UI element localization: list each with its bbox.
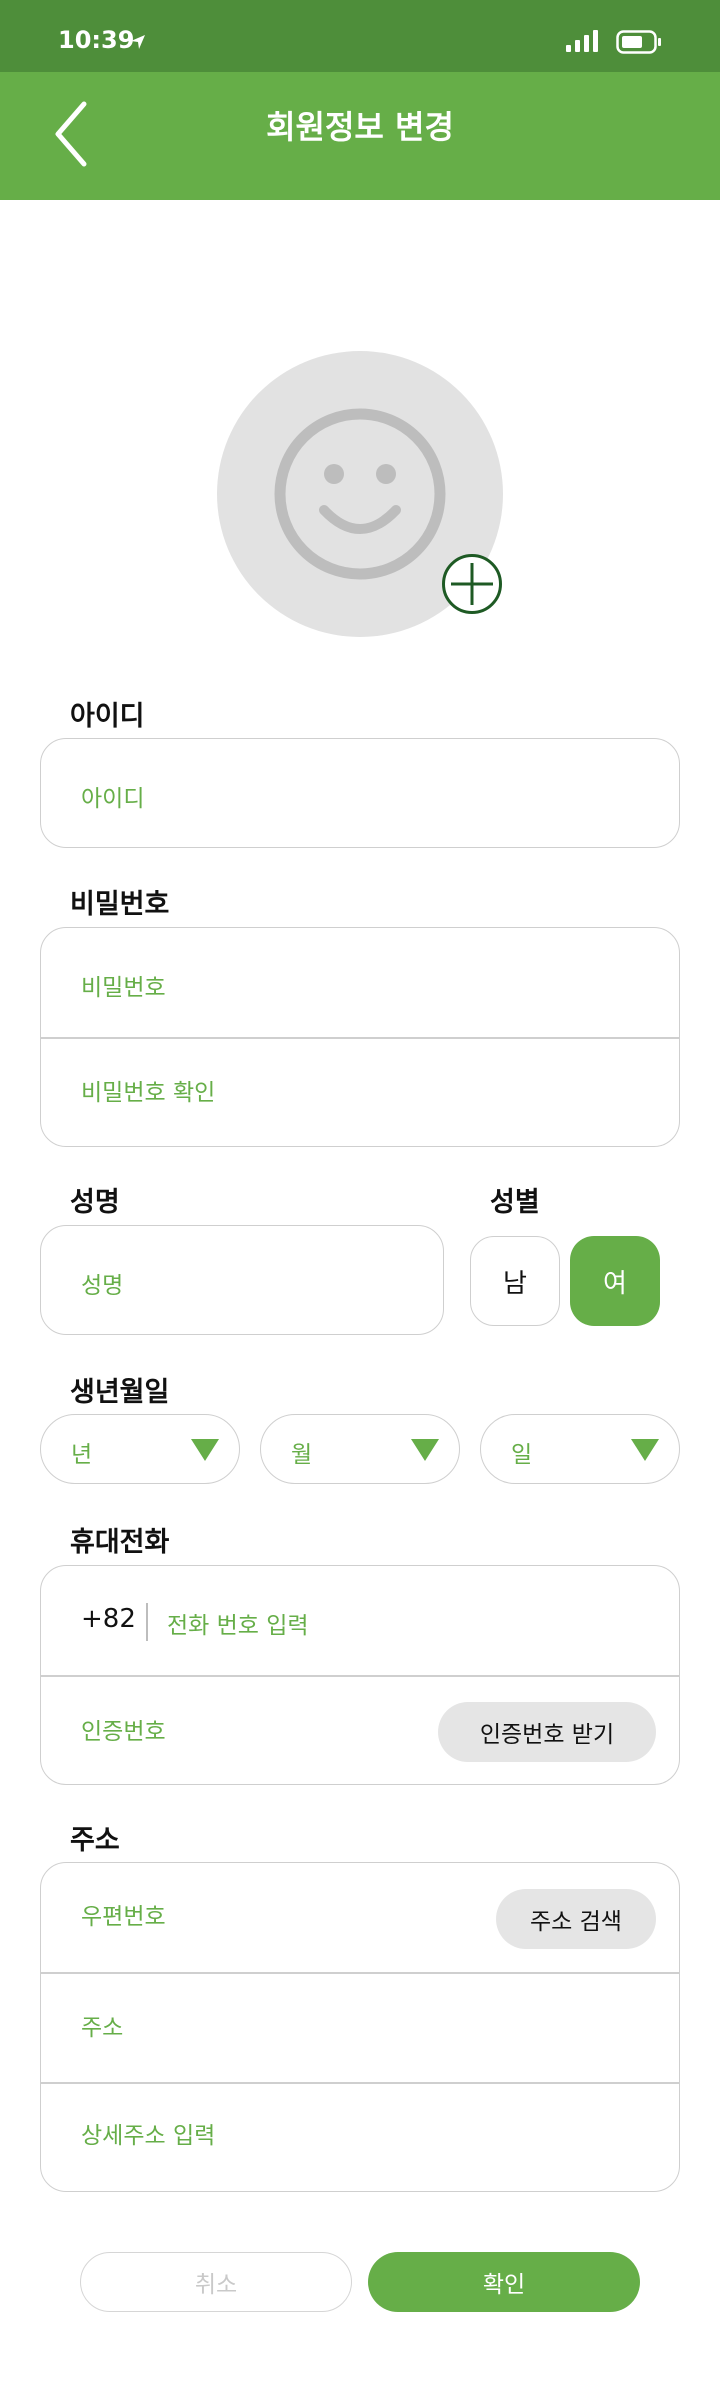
password-confirm-field[interactable]: 비밀번호 확인 [41, 1038, 679, 1148]
gender-label: 성별 [490, 1187, 540, 1218]
address-detail-placeholder: 상세주소 입력 [81, 2123, 216, 2149]
postcode-field[interactable]: 우편번호 [41, 1863, 479, 1973]
gender-female-button[interactable]: 여 [570, 1236, 660, 1326]
password-label: 비밀번호 [70, 889, 170, 920]
postcode-placeholder: 우편번호 [81, 1904, 166, 1930]
address-detail-field[interactable]: 상세주소 입력 [41, 2083, 679, 2193]
address-placeholder: 주소 [81, 2015, 124, 2041]
battery-icon [616, 30, 661, 54]
name-placeholder: 성명 [81, 1273, 124, 1299]
dropdown-triangle-icon [191, 1439, 219, 1461]
cellular-signal-icon [566, 30, 598, 52]
birth-month-select[interactable]: 월 [260, 1414, 460, 1484]
location-arrow-icon [131, 35, 145, 49]
request-code-button[interactable]: 인증번호 받기 [438, 1702, 656, 1762]
dropdown-triangle-icon [411, 1439, 439, 1461]
birth-label: 생년월일 [70, 1377, 170, 1408]
phone-number-placeholder: 전화 번호 입력 [167, 1613, 309, 1639]
password-box: 비밀번호 비밀번호 확인 [40, 927, 680, 1147]
address-field[interactable]: 주소 [41, 1973, 679, 2083]
birth-day-select[interactable]: 일 [480, 1414, 680, 1484]
phone-label: 휴대전화 [70, 1527, 170, 1558]
add-photo-plus-icon[interactable] [441, 553, 503, 615]
id-label: 아이디 [70, 701, 145, 732]
cancel-button[interactable]: 취소 [80, 2252, 352, 2312]
birth-month-text: 월 [291, 1442, 313, 1468]
app-bar: 회원정보 변경 [0, 72, 720, 200]
birth-year-text: 년 [71, 1442, 93, 1468]
name-input-box: 성명 [40, 1225, 444, 1335]
id-field[interactable]: 아이디 [41, 739, 679, 849]
verification-code-field[interactable]: 인증번호 [41, 1676, 419, 1786]
id-placeholder: 아이디 [81, 786, 145, 812]
smiley-face-icon [274, 408, 446, 580]
password-confirm-placeholder: 비밀번호 확인 [81, 1080, 216, 1106]
address-search-button[interactable]: 주소 검색 [496, 1889, 656, 1949]
gender-male-button[interactable]: 남 [470, 1236, 560, 1326]
birth-day-text: 일 [511, 1442, 533, 1468]
status-bar: 10:39 [0, 0, 720, 72]
verification-code-placeholder: 인증번호 [81, 1719, 166, 1745]
status-time: 10:39 [58, 26, 135, 54]
id-input-box: 아이디 [40, 738, 680, 848]
dropdown-triangle-icon [631, 1439, 659, 1461]
phone-number-field[interactable]: 전화 번호 입력 [161, 1566, 679, 1676]
password-field[interactable]: 비밀번호 [41, 928, 679, 1038]
address-label: 주소 [70, 1825, 120, 1856]
password-placeholder: 비밀번호 [81, 975, 166, 1001]
name-label: 성명 [70, 1187, 120, 1218]
address-box: 우편번호 주소 검색 주소 상세주소 입력 [40, 1862, 680, 2192]
country-code-divider [146, 1603, 148, 1641]
confirm-button[interactable]: 확인 [368, 2252, 640, 2312]
phone-box: +82 전화 번호 입력 인증번호 인증번호 받기 [40, 1565, 680, 1785]
country-code: +82 [81, 1604, 136, 1634]
name-field[interactable]: 성명 [41, 1226, 443, 1336]
birth-year-select[interactable]: 년 [40, 1414, 240, 1484]
page-title: 회원정보 변경 [266, 108, 454, 146]
